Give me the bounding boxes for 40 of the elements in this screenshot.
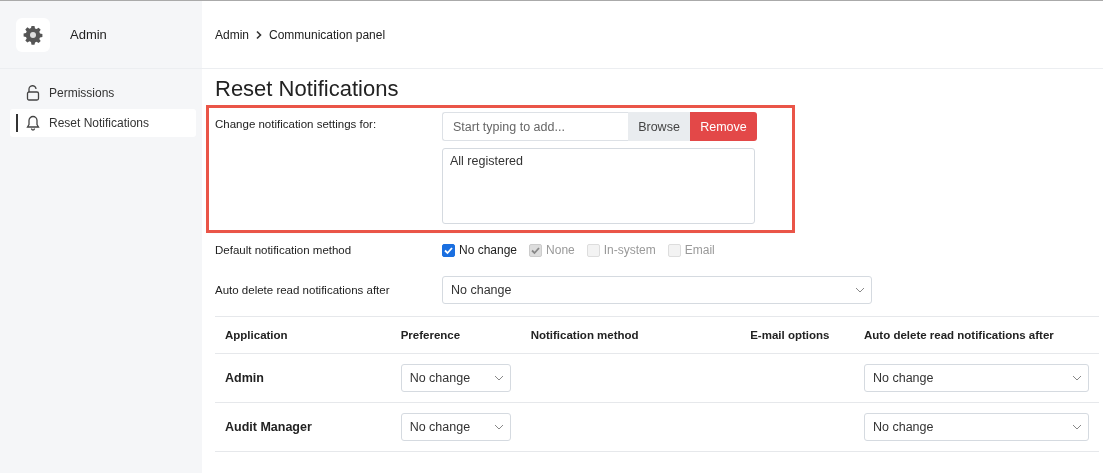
column-header: Auto delete read notifications after: [854, 316, 1099, 354]
checkbox-label: In-system: [603, 243, 656, 257]
gear-icon: [16, 17, 50, 52]
column-header: E-mail options: [740, 316, 854, 354]
dropdown[interactable]: No change: [400, 364, 511, 392]
dropdown[interactable]: No change: [864, 413, 1089, 441]
padlock-icon: [26, 85, 40, 101]
selection-list[interactable]: All registered: [442, 148, 755, 224]
caret-icon: [1072, 424, 1082, 430]
chevron-right-icon: [255, 29, 263, 40]
remove-button[interactable]: Remove: [690, 112, 757, 141]
dropdown[interactable]: No change: [864, 364, 1089, 392]
dropdown[interactable]: No change: [442, 276, 872, 304]
checkbox-label: None: [546, 243, 575, 257]
list-item[interactable]: All registered: [450, 154, 523, 168]
sidebar-item[interactable]: Permissions: [10, 79, 196, 107]
sidebar-item[interactable]: Reset Notifications: [10, 109, 196, 137]
search-field[interactable]: Start typing to add...: [442, 112, 628, 141]
caret-icon: [1072, 375, 1082, 381]
caret-icon: [493, 375, 504, 381]
field-label: Default notification method: [215, 244, 353, 256]
breadcrumb-link[interactable]: Admin: [215, 27, 249, 42]
app-name: Admin: [70, 27, 107, 42]
bell-icon: [26, 115, 40, 131]
column-header: Notification method: [520, 316, 741, 354]
field-label: Change notification settings for:: [215, 117, 378, 130]
checkbox-label: Email: [684, 243, 715, 257]
table-cell: Admin: [225, 371, 264, 385]
checkbox-label: No change: [459, 243, 518, 257]
table-cell: Audit Manager: [225, 420, 312, 434]
field-label: Auto delete read notifications after: [215, 284, 391, 296]
breadcrumb-link[interactable]: Communication panel: [269, 27, 386, 42]
browse-button[interactable]: Browse: [628, 112, 690, 141]
caret-icon: [493, 424, 504, 430]
caret-icon: [855, 287, 865, 293]
column-header: Application: [215, 316, 391, 354]
page-title: Reset Notifications: [215, 76, 400, 102]
column-header: Preference: [390, 316, 521, 354]
dropdown[interactable]: No change: [400, 413, 511, 441]
checkbox[interactable]: [442, 243, 455, 257]
